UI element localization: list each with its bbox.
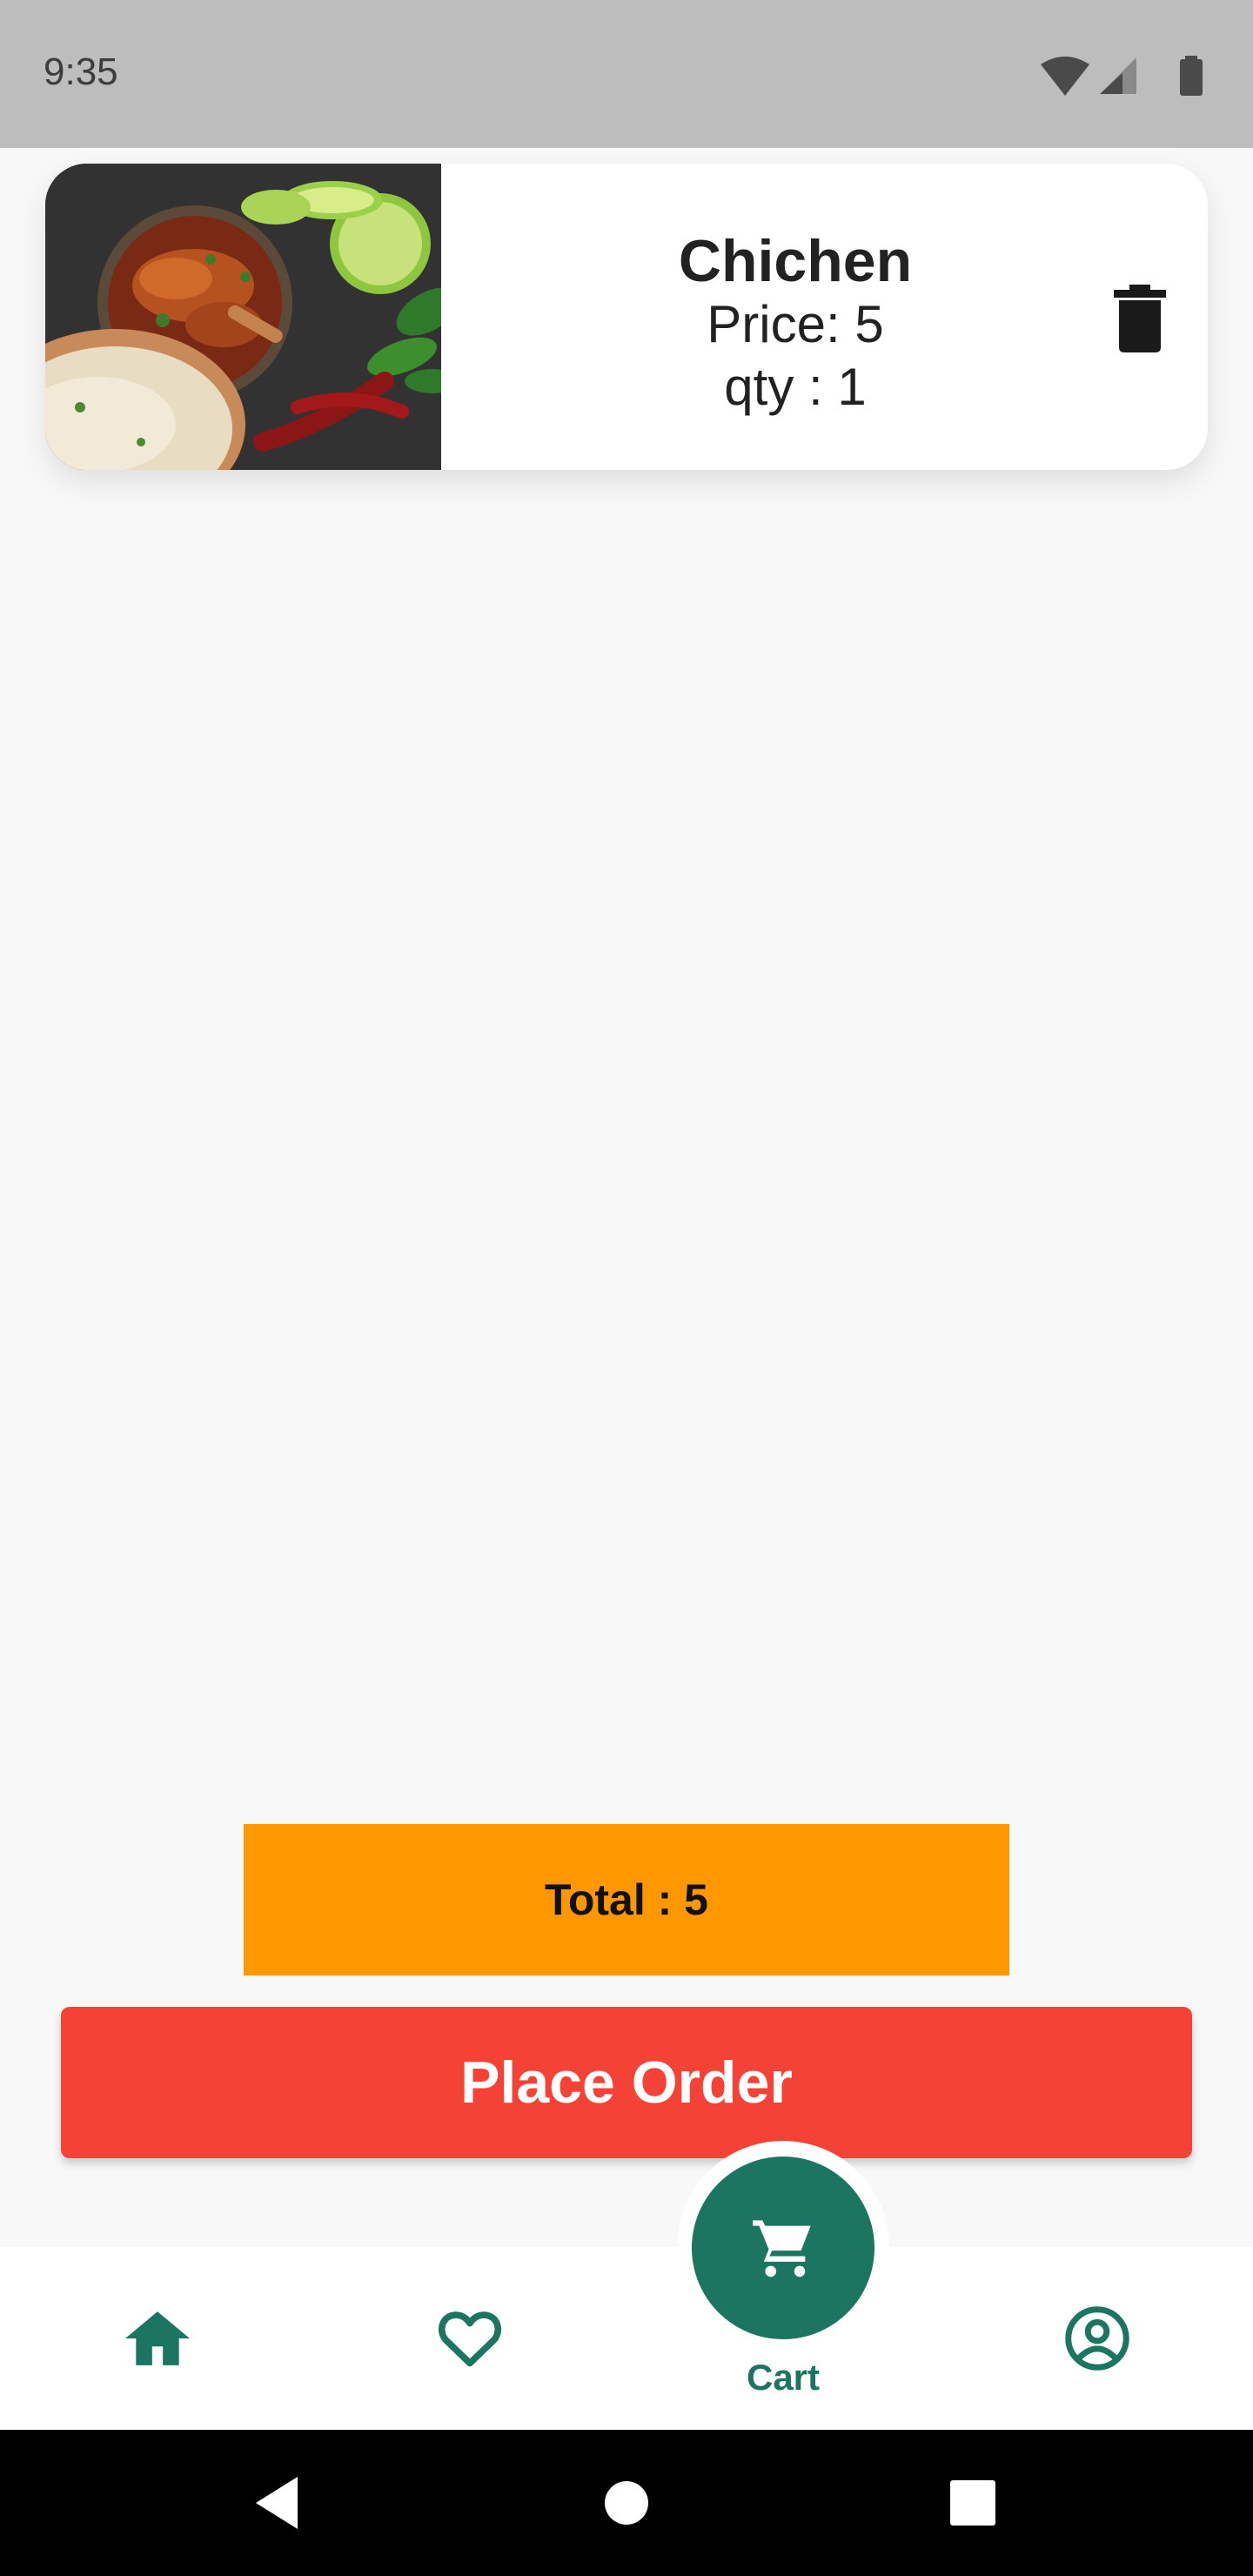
nav-home[interactable] xyxy=(114,2299,201,2378)
total-text: Total : 5 xyxy=(545,1875,708,1924)
recents-icon xyxy=(950,2480,995,2526)
status-bar: 9:35 xyxy=(0,0,1253,148)
nav-cart-button[interactable] xyxy=(692,2157,874,2339)
heart-icon xyxy=(438,2311,502,2367)
cart-item-card: Chichen Price: 5 qty : 1 xyxy=(45,164,1208,470)
signal-icon xyxy=(1100,57,1136,94)
status-icons xyxy=(1039,54,1213,97)
wifi-icon xyxy=(1041,57,1089,96)
delete-item-button[interactable] xyxy=(1109,284,1171,353)
status-time: 9:35 xyxy=(44,50,118,93)
item-price: Price: 5 xyxy=(707,295,884,353)
food-image xyxy=(45,164,441,470)
item-info: Chichen Price: 5 qty : 1 xyxy=(441,164,1149,470)
trash-icon xyxy=(1114,285,1166,352)
nav-cart-label[interactable]: Cart xyxy=(696,2357,870,2398)
account-circle-icon xyxy=(1065,2306,1129,2371)
home-icon xyxy=(125,2311,190,2365)
nav-favorites[interactable] xyxy=(426,2299,513,2378)
system-recents-button[interactable] xyxy=(938,2468,1008,2538)
cart-screen: 9:35 Chichen Price: 5 qty: 1 Total: 5 … xyxy=(0,0,1253,2576)
home-circle-icon xyxy=(605,2481,648,2525)
system-nav-bar xyxy=(0,2430,1253,2576)
place-order-label: Place Order xyxy=(460,2049,793,2116)
back-icon xyxy=(256,2477,298,2529)
item-qty: qty : 1 xyxy=(724,358,867,416)
system-back-button[interactable] xyxy=(244,2468,313,2538)
battery-icon xyxy=(1180,56,1203,96)
system-home-button[interactable] xyxy=(592,2468,661,2538)
place-order-button[interactable]: Place Order xyxy=(61,2007,1192,2158)
total-box: Total : 5 xyxy=(244,1824,1009,1976)
cart-icon xyxy=(753,2220,811,2277)
item-name: Chichen xyxy=(678,228,913,294)
nav-profile[interactable] xyxy=(1054,2299,1141,2378)
